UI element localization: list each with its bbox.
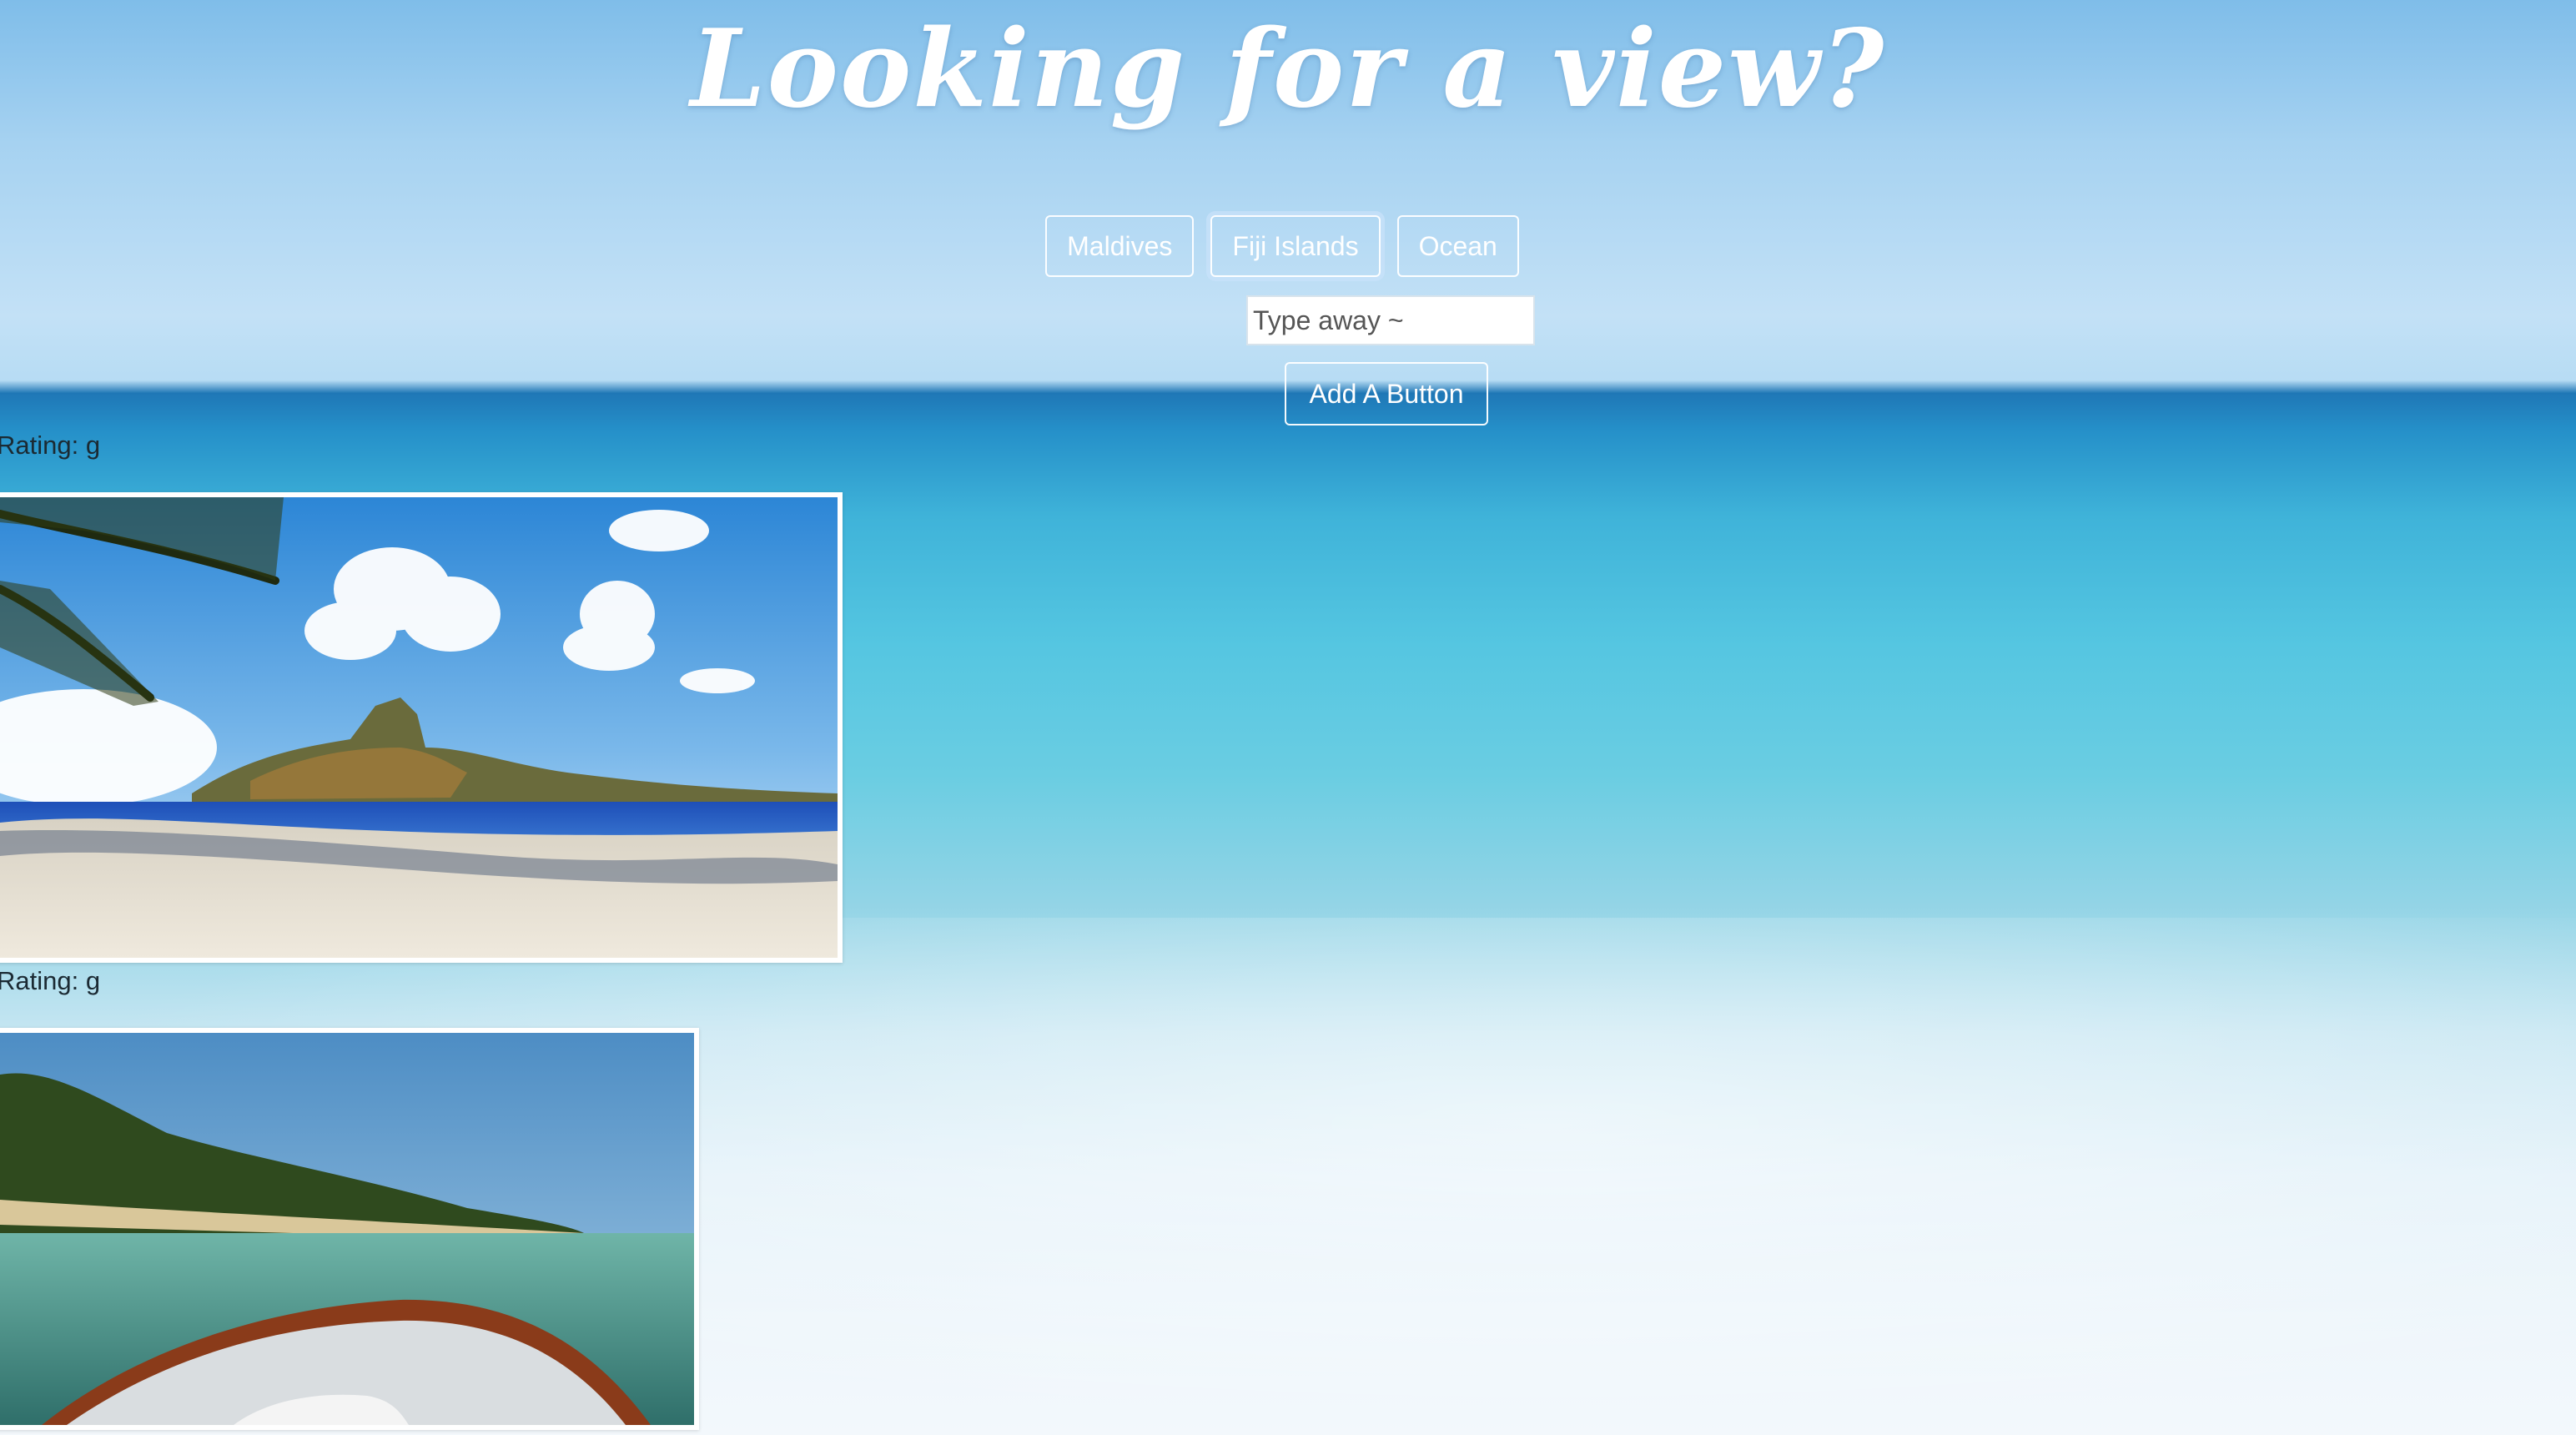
topic-button-ocean[interactable]: Ocean: [1396, 215, 1519, 277]
search-input[interactable]: [1246, 295, 1535, 345]
add-a-button[interactable]: Add A Button: [1285, 362, 1488, 425]
beach-island-image: [0, 497, 838, 958]
rating-label: Rating: g: [0, 966, 101, 995]
rating-label: Rating: g: [0, 430, 101, 460]
gif-result-2[interactable]: [0, 1028, 699, 1430]
topic-button-maldives[interactable]: Maldives: [1045, 215, 1195, 277]
topic-button-row: Maldives Fiji Islands Ocean: [0, 215, 2576, 277]
page-title: Looking for a view?: [690, 7, 1886, 132]
boat-shore-image: [0, 1033, 694, 1425]
topic-button-fiji-islands[interactable]: Fiji Islands: [1210, 215, 1381, 277]
gif-result-1[interactable]: [0, 492, 843, 963]
